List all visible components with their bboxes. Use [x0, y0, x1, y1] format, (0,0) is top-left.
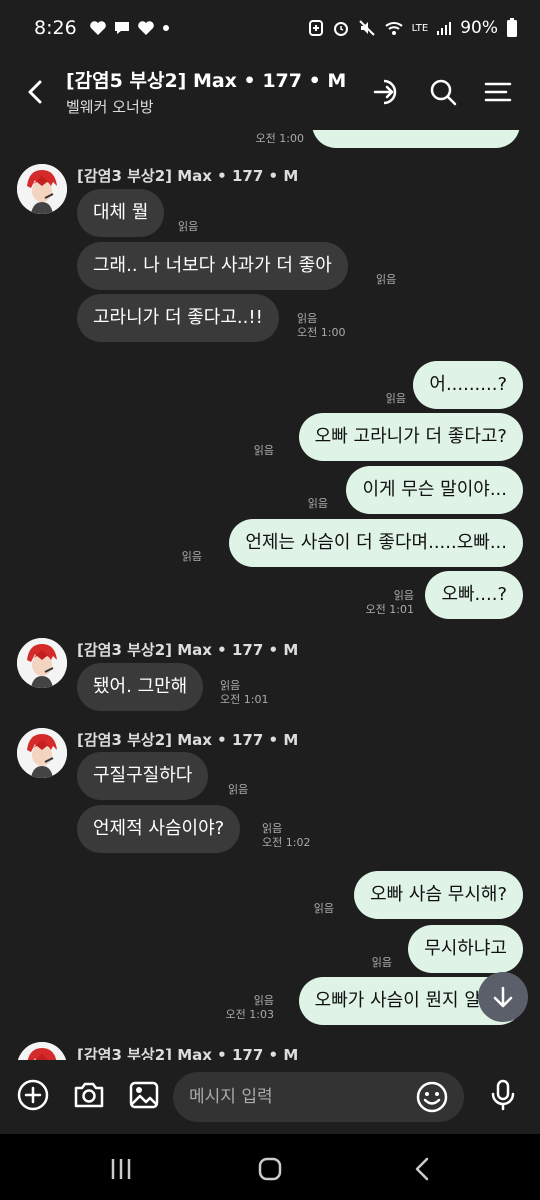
message-bubble-incoming[interactable]: 그래.. 나 너보다 사과가 더 좋아: [77, 242, 348, 290]
scroll-down-button[interactable]: [478, 972, 528, 1022]
message-bubble-outgoing[interactable]: 무시하냐고: [408, 925, 523, 973]
message-bubble-outgoing[interactable]: 언제는 사슴이 더 좋다며.....오빠...: [229, 519, 523, 567]
battery-icon: [507, 18, 517, 37]
alarm-icon: [333, 22, 348, 36]
avatar-image: [17, 728, 67, 778]
home-icon[interactable]: [255, 1156, 285, 1182]
read-status: 읽음: [371, 956, 392, 969]
message-bubble-outgoing[interactable]: [312, 130, 520, 148]
system-nav-bar: [0, 1134, 540, 1200]
avatar-image: [17, 164, 67, 214]
message-bubble-outgoing[interactable]: 오빠 사슴 무시해?: [354, 871, 523, 919]
menu-icon[interactable]: [482, 76, 514, 108]
input-bar: [0, 1060, 540, 1134]
read-status: 읽음: [385, 392, 406, 405]
avatar[interactable]: [17, 164, 67, 214]
read-status: 읽음: [393, 589, 414, 602]
message-input-box[interactable]: [173, 1072, 464, 1122]
heart-icon: [89, 21, 106, 35]
message-bubble-incoming[interactable]: 대체 뭘: [77, 189, 165, 237]
read-status: 읽음: [181, 550, 202, 563]
read-status: 읽음: [297, 312, 318, 325]
read-status: 읽음: [178, 220, 199, 233]
status-time: 8:26: [34, 17, 77, 39]
chat-title: [감염5 부상2] Max • 177 • M: [66, 70, 347, 92]
read-status: 읽음: [307, 497, 328, 510]
arrow-down-icon: [493, 986, 513, 1008]
message-input[interactable]: [189, 1072, 419, 1122]
recent-apps-icon[interactable]: [106, 1156, 136, 1182]
signal-icon: [437, 22, 452, 35]
sender-name: [감염3 부상2] Max • 177 • M: [77, 167, 299, 185]
read-status: 읽음: [313, 902, 334, 915]
chat-header: [감염5 부상2] Max • 177 • M 벨웨커 오너방: [0, 56, 540, 130]
message-bubble-outgoing[interactable]: 이게 무슨 말이야...: [346, 466, 523, 514]
heart-icon: [137, 21, 154, 35]
message-bubble-incoming[interactable]: 구질구질하다: [77, 752, 209, 800]
status-bar: 8:26 LTE 90%: [0, 0, 540, 56]
wifi-icon: [384, 22, 403, 35]
message-time: 오전 1:00: [297, 326, 346, 339]
add-icon[interactable]: [16, 1078, 50, 1112]
message-bubble-incoming[interactable]: 고라니가 더 좋다고..!!: [77, 294, 279, 342]
avatar[interactable]: [17, 1042, 67, 1060]
lte-label: LTE: [411, 22, 429, 34]
message-time: 오전 1:01: [365, 603, 414, 616]
chat-bubble-icon: [114, 22, 129, 34]
status-right: LTE 90%: [308, 18, 518, 38]
message-bubble-outgoing[interactable]: 오빠 고라니가 더 좋다고?: [298, 413, 523, 461]
enter-room-icon[interactable]: [372, 76, 404, 108]
search-icon[interactable]: [427, 76, 459, 108]
sender-name: [감염3 부상2] Max • 177 • M: [77, 731, 299, 749]
read-status: 읽음: [253, 444, 274, 457]
microphone-icon[interactable]: [486, 1078, 520, 1112]
mute-icon: [358, 20, 375, 36]
avatar-image: [17, 638, 67, 688]
gallery-icon[interactable]: [127, 1078, 161, 1112]
message-bubble-incoming[interactable]: 됐어. 그만해: [77, 663, 204, 711]
message-bubble-outgoing[interactable]: 어.........?: [413, 361, 523, 409]
sender-name: [감염3 부상2] Max • 177 • M: [77, 641, 299, 659]
back-nav-icon[interactable]: [408, 1156, 438, 1182]
avatar[interactable]: [17, 728, 67, 778]
read-status: 읽음: [228, 783, 249, 796]
avatar[interactable]: [17, 638, 67, 688]
chat-area[interactable]: 오전 1:00 [감염3 부상2] Max • 177 • M 대체 뭘 읽음 …: [0, 130, 540, 1060]
message-bubble-outgoing[interactable]: 오빠....?: [425, 571, 523, 619]
read-status: 읽음: [253, 994, 274, 1007]
status-left: 8:26: [34, 17, 171, 39]
data-saver-icon: [308, 20, 323, 36]
emoji-icon[interactable]: [415, 1080, 449, 1114]
read-status: 읽음: [376, 273, 397, 286]
message-bubble-incoming[interactable]: 언제적 사슴이야?: [77, 805, 241, 853]
message-time: 오전 1:02: [262, 836, 311, 849]
sender-name: [감염3 부상2] Max • 177 • M: [77, 1046, 299, 1060]
read-status: 읽음: [220, 679, 241, 692]
avatar-image: [17, 1042, 67, 1060]
message-time: 오전 1:03: [225, 1008, 274, 1021]
chat-subtitle: 벨웨커 오너방: [66, 98, 154, 116]
dot-icon: [162, 25, 169, 31]
back-arrow-icon[interactable]: [22, 76, 50, 108]
battery-percent: 90%: [460, 18, 498, 38]
camera-icon[interactable]: [72, 1078, 106, 1112]
message-time: 오전 1:00: [255, 132, 304, 145]
message-time: 오전 1:01: [220, 693, 269, 706]
read-status: 읽음: [262, 822, 283, 835]
